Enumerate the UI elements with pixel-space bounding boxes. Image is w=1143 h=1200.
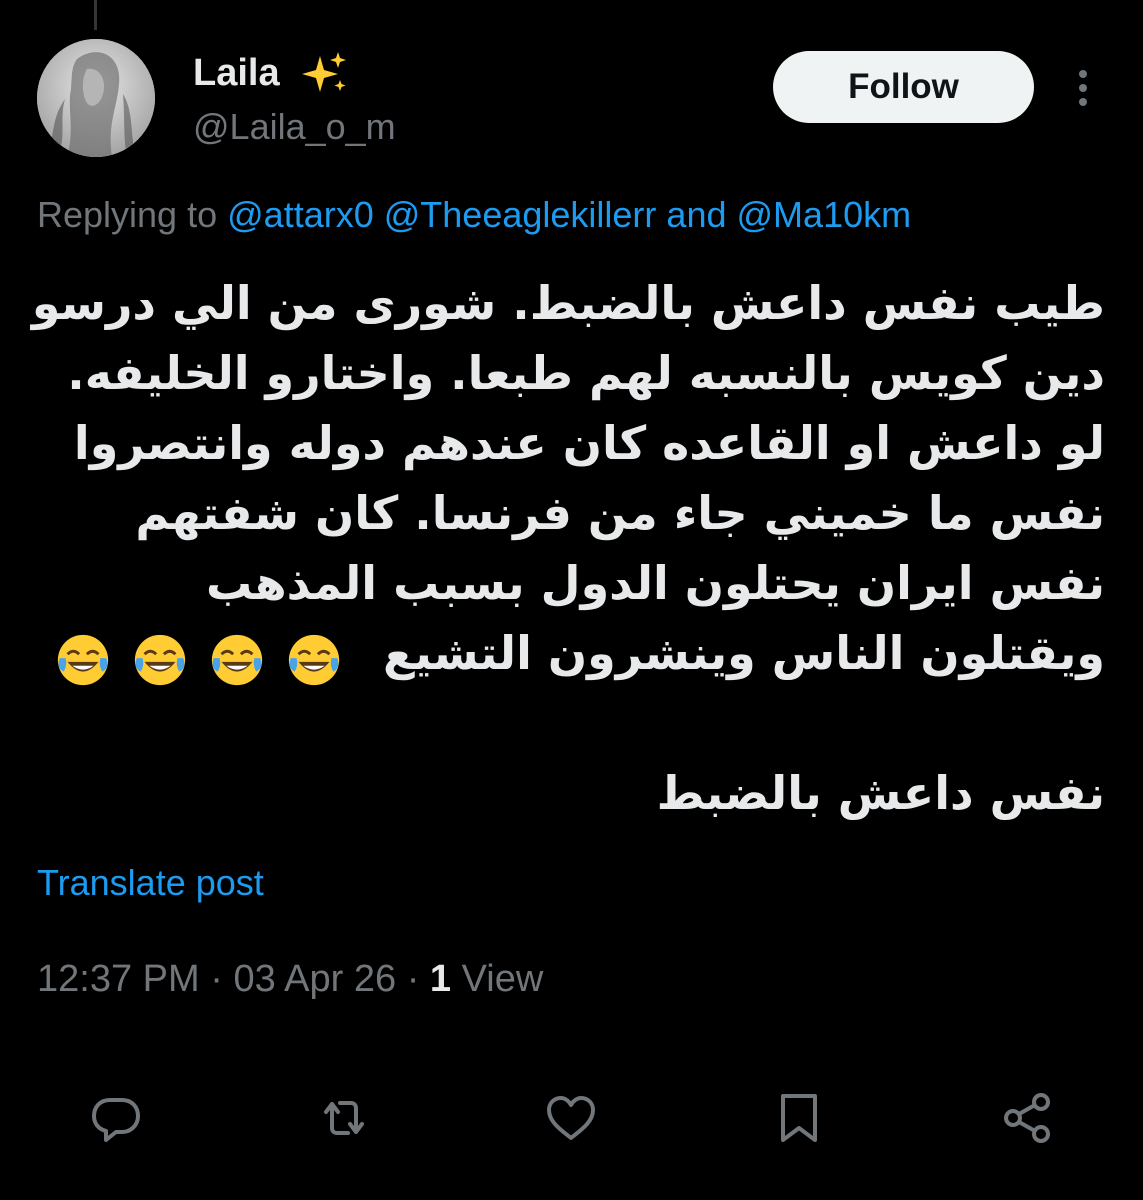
tweet-text: طيب نفس داعش بالضبط. شورى من الي درسو دي… (31, 268, 1105, 828)
bookmark-icon (781, 1094, 817, 1142)
tweet-line: نفس ما خميني جاء من فرنسا. كان شفتهم (135, 486, 1105, 540)
like-button[interactable] (543, 1090, 599, 1146)
emoji-group (51, 622, 343, 692)
replying-conjunction: and (666, 194, 727, 235)
post-time[interactable]: 12:37 PM (37, 958, 200, 1000)
tweet-line-with-emoji: ويقتلون الناس وينشرون التشيع (37, 618, 1105, 688)
translate-post-link[interactable]: Translate post (37, 862, 264, 904)
face-with-tears-of-joy-icon (211, 634, 263, 686)
author-display-name[interactable]: Laila (193, 52, 280, 95)
mention-link[interactable]: @attarx0 (227, 194, 374, 235)
post-date[interactable]: 03 Apr 26 (233, 958, 396, 1000)
tweet-line: ويقتلون الناس وينشرون التشيع (383, 626, 1105, 680)
face-with-tears-of-joy-icon (288, 634, 340, 686)
repost-button[interactable] (316, 1090, 372, 1146)
thread-connector-line (94, 0, 97, 30)
tweet-line: نفس ايران يحتلون الدول بسبب المذهب (206, 556, 1105, 610)
more-options-icon[interactable] (1068, 66, 1098, 110)
sparkles-icon (302, 52, 346, 92)
meta-separator: · (406, 958, 420, 1000)
author-handle[interactable]: @Laila_o_m (193, 106, 396, 148)
follow-button[interactable]: Follow (773, 51, 1034, 123)
replying-prefix: Replying to (37, 194, 218, 235)
tweet-line: طيب نفس داعش بالضبط. شورى من الي درسو (31, 276, 1105, 330)
face-with-tears-of-joy-icon (134, 634, 186, 686)
post-meta: 12:37 PM · 03 Apr 26 · 1 View (37, 958, 543, 1001)
views-count: 1 (429, 958, 452, 1000)
avatar[interactable] (37, 39, 155, 157)
replying-to-line: Replying to @attarx0 @Theeaglekillerr an… (37, 194, 911, 236)
face-with-tears-of-joy-icon (57, 634, 109, 686)
tweet-line: دين كويس بالنسبه لهم طبعا. واختارو الخلي… (67, 346, 1105, 400)
share-button[interactable] (999, 1090, 1055, 1146)
mention-link[interactable]: @Theeaglekillerr (384, 194, 657, 235)
repost-icon (324, 1101, 364, 1135)
views-label: View (461, 958, 544, 1000)
reply-icon (92, 1098, 140, 1142)
mention-link[interactable]: @Ma10km (737, 194, 912, 235)
tweet-final-line: نفس داعش بالضبط (656, 766, 1105, 820)
share-icon (1004, 1093, 1050, 1143)
tweet-line: لو داعش او القاعده كان عندهم دوله وانتصر… (73, 416, 1105, 470)
bookmark-button[interactable] (771, 1090, 827, 1146)
meta-separator: · (210, 958, 223, 1000)
like-icon (547, 1096, 595, 1140)
action-bar (0, 1080, 1143, 1150)
avatar-image (37, 39, 155, 157)
reply-button[interactable] (88, 1090, 144, 1146)
